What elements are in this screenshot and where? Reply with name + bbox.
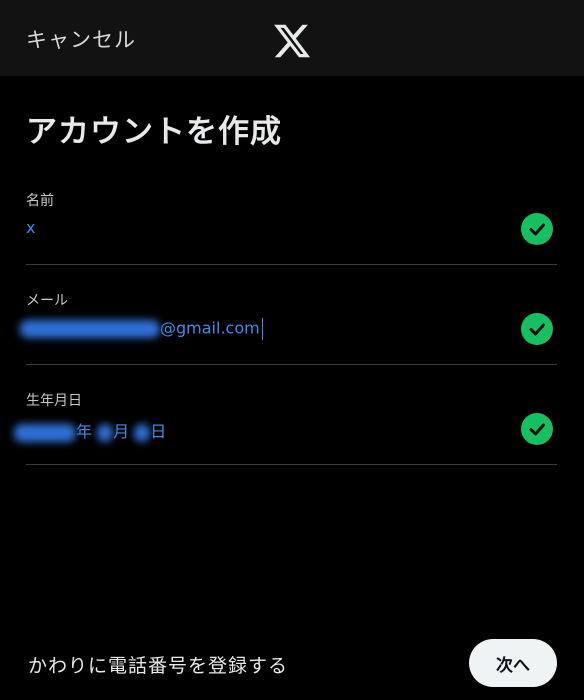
name-field[interactable]: 名前 x <box>26 190 557 265</box>
email-field-label: メール <box>26 293 68 309</box>
check-circle-icon <box>521 213 553 245</box>
year-suffix: 年 <box>76 422 93 441</box>
check-circle-icon <box>521 313 553 345</box>
email-domain-text: @gmail.com <box>160 318 260 338</box>
text-cursor <box>261 318 263 340</box>
next-button[interactable]: 次へ <box>469 639 557 687</box>
month-suffix: 月 <box>113 422 130 441</box>
day-suffix: 日 <box>150 422 167 441</box>
use-phone-instead-link[interactable]: かわりに電話番号を登録する <box>28 651 288 678</box>
cancel-button[interactable]: キャンセル <box>26 24 136 54</box>
check-circle-icon <box>521 413 553 445</box>
redacted-day <box>134 423 151 442</box>
x-logo-icon <box>274 24 311 58</box>
email-field-value[interactable]: @gmail.com <box>20 318 263 340</box>
email-field[interactable]: メール @gmail.com <box>20 290 557 365</box>
birthdate-field[interactable]: 生年月日 年 月 日 <box>14 390 557 465</box>
top-bar: キャンセル <box>0 0 584 76</box>
name-field-value[interactable]: x <box>26 218 35 237</box>
birthdate-field-label: 生年月日 <box>26 393 82 409</box>
redacted-month <box>97 423 114 442</box>
redacted-email-local-part <box>20 320 160 338</box>
redacted-year <box>14 423 76 442</box>
birthdate-field-value[interactable]: 年 月 日 <box>14 418 166 442</box>
page-title: アカウントを作成 <box>26 114 282 150</box>
name-field-label: 名前 <box>26 193 54 209</box>
